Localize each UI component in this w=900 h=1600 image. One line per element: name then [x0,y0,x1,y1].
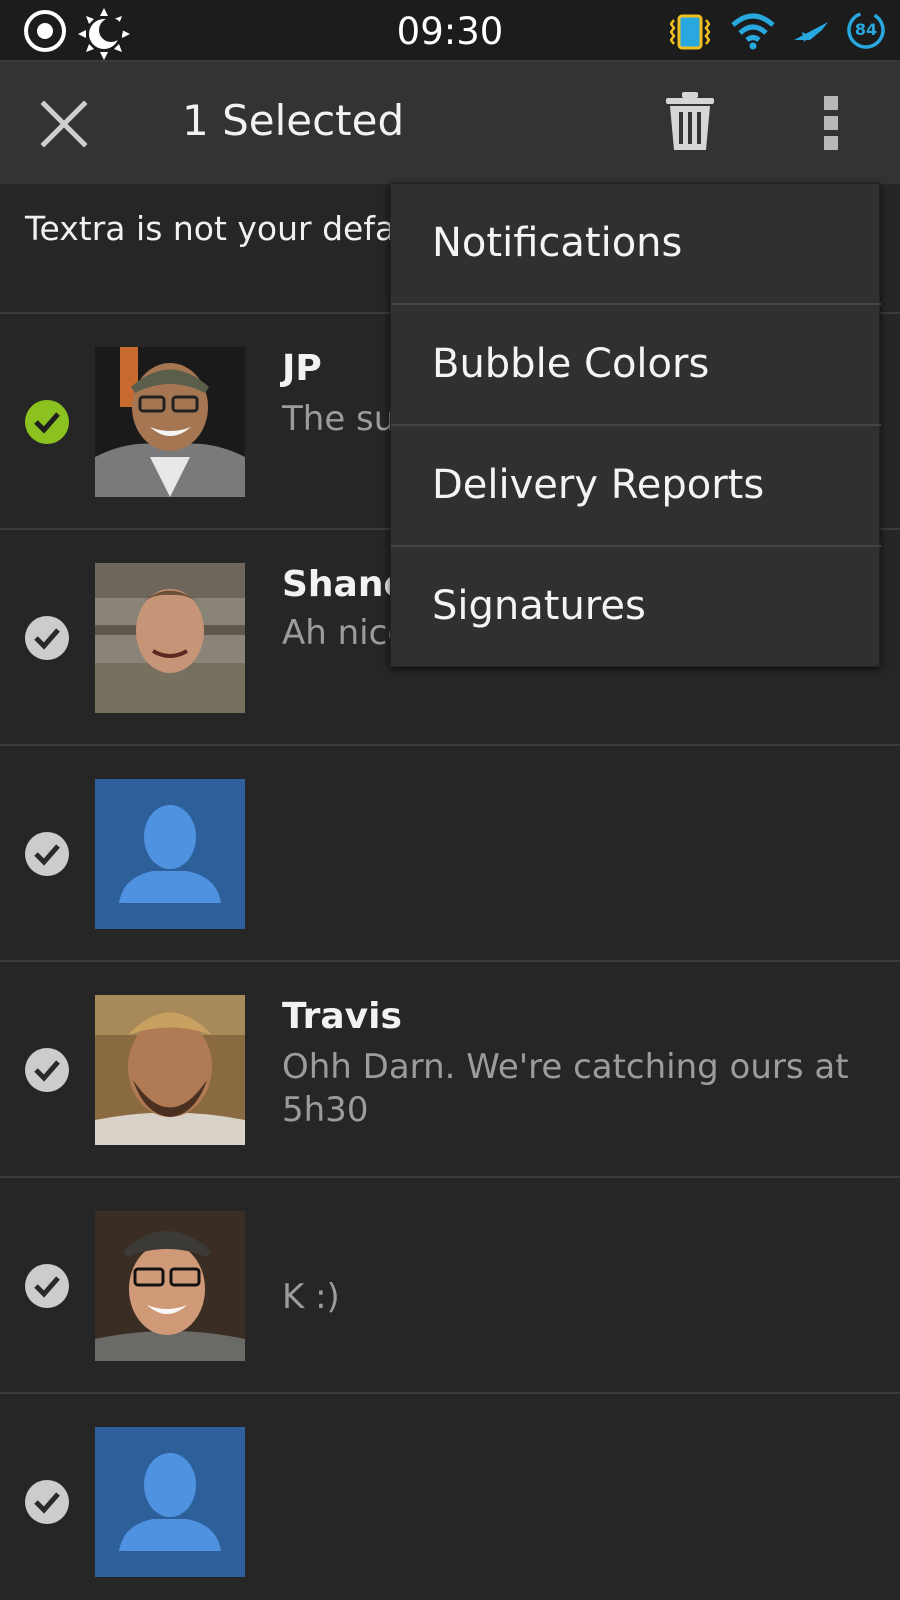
default-contact-avatar[interactable] [95,1427,245,1577]
menu-item-bubble-colors[interactable]: Bubble Colors [391,305,881,426]
contact-name: Travis [282,996,402,1037]
menu-item-signatures[interactable]: Signatures [391,547,881,668]
menu-item-label: Notifications [432,220,683,266]
battery-icon: 84 [846,10,886,50]
menu-item-delivery-reports[interactable]: Delivery Reports [391,426,881,547]
message-snippet: K :) [282,1277,340,1317]
message-snippet: Ohh Darn. We're catching ours at 5h30 [282,1047,849,1130]
selected-check-icon[interactable] [25,400,69,444]
check-icon[interactable] [25,832,69,876]
contact-photo[interactable] [95,995,245,1145]
conversation-row[interactable] [0,1394,900,1600]
contextual-action-bar: 1 Selected [0,62,900,184]
contact-photo[interactable] [95,563,245,713]
trash-icon[interactable] [664,92,716,152]
selection-count-title: 1 Selected [182,96,405,145]
wifi-icon [731,13,775,50]
overflow-popup-menu: Notifications Bubble Colors Delivery Rep… [390,183,881,668]
conversation-row[interactable]: Travis Ohh Darn. We're catching ours at … [0,962,900,1178]
airplane-icon [794,22,828,42]
overflow-menu-icon[interactable] [820,96,844,152]
conversation-row[interactable]: K :) [0,1178,900,1394]
check-icon[interactable] [25,1480,69,1524]
contact-photo[interactable] [95,1211,245,1361]
menu-item-label: Signatures [432,583,646,629]
menu-item-label: Bubble Colors [432,341,710,387]
contact-name: JP [282,348,322,389]
conversation-row[interactable] [0,746,900,962]
check-icon[interactable] [25,1048,69,1092]
battery-level: 84 [854,20,878,39]
contact-photo[interactable] [95,347,245,497]
default-contact-avatar[interactable] [95,779,245,929]
menu-item-notifications[interactable]: Notifications [391,184,881,305]
vibrate-icon [670,14,710,50]
close-icon[interactable] [38,98,90,150]
check-icon[interactable] [25,1264,69,1308]
check-icon[interactable] [25,616,69,660]
menu-item-label: Delivery Reports [432,462,765,508]
status-bar: 09:30 84 [0,0,900,62]
